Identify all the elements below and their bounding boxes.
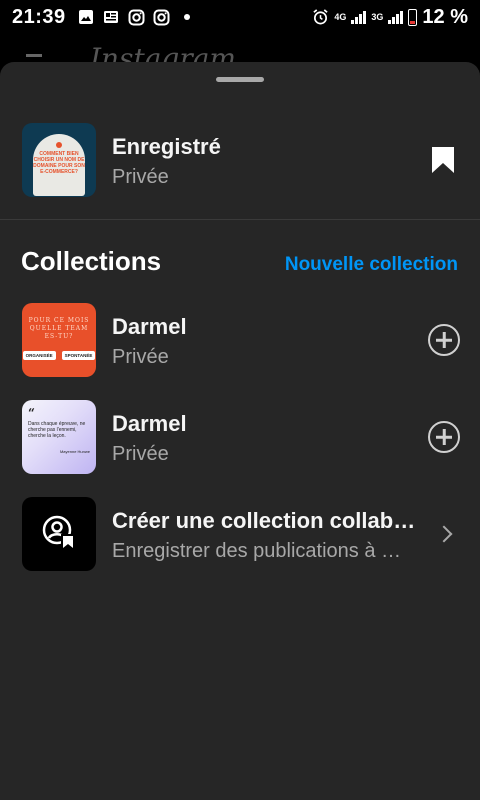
collab-thumbnail — [22, 497, 96, 571]
thumbnail-chip: SPONTANÉE — [61, 351, 96, 360]
thumbnail-author: Mayenne Hunwe — [59, 449, 90, 454]
news-icon — [103, 9, 120, 26]
battery-icon — [408, 8, 418, 26]
collection-item[interactable]: POUR CE MOIS QUELLE TEAM ES-TU? ORGANISÉ… — [0, 302, 480, 378]
collection-subtitle: Privée — [112, 443, 169, 465]
image-icon — [78, 9, 95, 26]
collections-heading: Collections — [21, 246, 162, 276]
thumbnail-text: COMMENT BIEN CHOISIR UN NOM DE DOMAINE P… — [33, 151, 85, 175]
saved-title: Enregistré — [112, 134, 221, 159]
saved-row[interactable]: COMMENT BIEN CHOISIR UN NOM DE DOMAINE P… — [0, 122, 480, 198]
add-to-collection-icon[interactable] — [428, 324, 460, 356]
thumbnail-chip: ORGANISÉE — [22, 351, 56, 360]
back-arrow-icon — [26, 54, 42, 57]
signal-icon — [351, 10, 367, 24]
thumbnail-chips: ORGANISÉE SPONTANÉE — [22, 351, 96, 360]
create-collab-collection-item[interactable]: Créer une collection collab… Enregistrer… — [0, 496, 480, 572]
saved-subtitle: Privée — [112, 166, 169, 188]
notification-icons — [78, 9, 190, 26]
bookmark-icon[interactable] — [431, 146, 455, 179]
collab-title: Créer une collection collab… — [112, 508, 416, 533]
collection-title: Darmel — [112, 411, 187, 436]
battery-percent: 12 % — [422, 5, 468, 28]
network-3g-label: 3G — [371, 11, 384, 22]
thumbnail-card: COMMENT BIEN CHOISIR UN NOM DE DOMAINE P… — [33, 134, 85, 196]
collection-title: Darmel — [112, 314, 187, 339]
status-time: 21:39 — [12, 5, 66, 28]
status-bar: 21:39 4G 3G 12 % — [0, 0, 480, 34]
dot-icon — [183, 14, 190, 20]
collab-subtitle: Enregistrer des publications à … — [112, 540, 402, 562]
collab-collection-icon — [42, 515, 76, 554]
instagram-icon — [153, 9, 170, 26]
network-4g-label: 4G — [334, 11, 347, 22]
thumbnail-quote: Dans chaque épreuve, ne cherche pas l'en… — [28, 421, 86, 439]
save-to-collection-sheet: COMMENT BIEN CHOISIR UN NOM DE DOMAINE P… — [0, 62, 480, 800]
saved-thumbnail: COMMENT BIEN CHOISIR UN NOM DE DOMAINE P… — [22, 123, 96, 197]
divider — [0, 219, 480, 220]
sheet-drag-handle[interactable] — [216, 77, 264, 82]
add-to-collection-icon[interactable] — [428, 421, 460, 453]
system-icons: 4G 3G 12 % — [312, 6, 468, 29]
collection-subtitle: Privée — [112, 346, 169, 368]
chevron-right-icon[interactable] — [435, 525, 453, 543]
collection-thumbnail: “ Dans chaque épreuve, ne cherche pas l'… — [22, 400, 96, 474]
thumbnail-dot — [56, 142, 62, 148]
instagram-icon — [128, 9, 145, 26]
new-collection-link[interactable]: Nouvelle collection — [285, 254, 458, 276]
signal-icon — [388, 10, 404, 24]
collection-thumbnail: POUR CE MOIS QUELLE TEAM ES-TU? ORGANISÉ… — [22, 303, 96, 377]
thumbnail-title: POUR CE MOIS QUELLE TEAM ES-TU? — [28, 317, 90, 340]
alarm-icon — [312, 9, 329, 26]
quote-mark-icon: “ — [28, 406, 35, 420]
collection-item[interactable]: “ Dans chaque épreuve, ne cherche pas l'… — [0, 399, 480, 475]
